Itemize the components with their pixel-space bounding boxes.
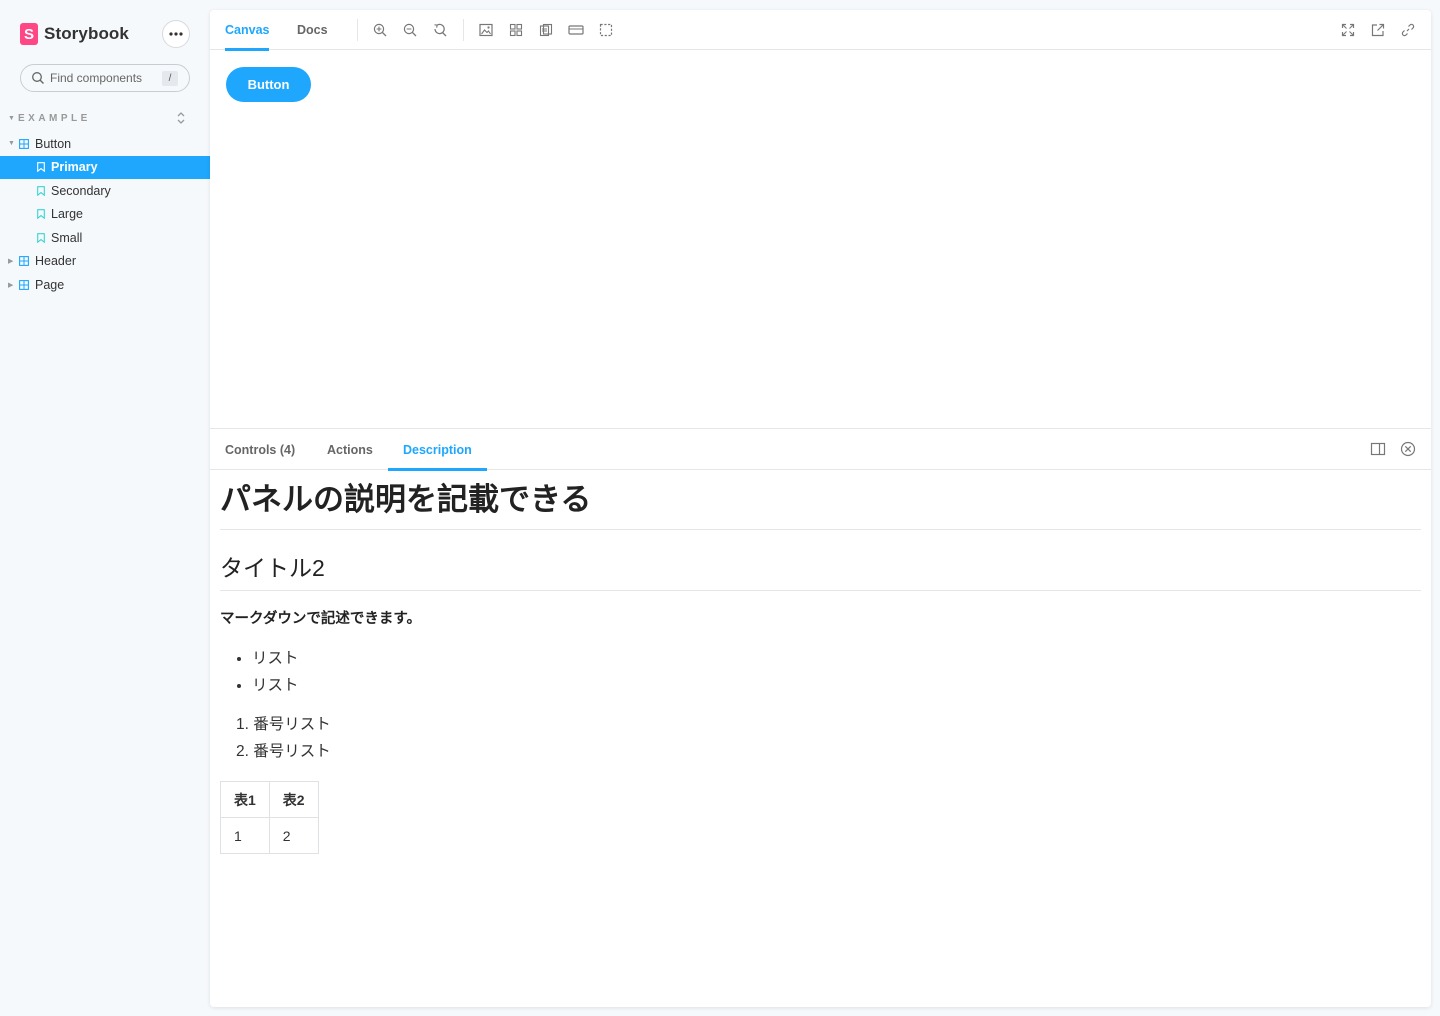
copy-link-icon	[1401, 23, 1415, 37]
panel-orientation-icon[interactable]	[1370, 441, 1386, 457]
caret-right-icon: ▶	[8, 281, 14, 289]
zoom-in-icon	[373, 23, 387, 37]
storybook-logo-icon: S	[20, 23, 38, 45]
background-button[interactable]	[477, 21, 495, 39]
numbered-list: 番号リスト 番号リスト	[220, 711, 1421, 765]
sidebar-item-small[interactable]: Small	[0, 226, 210, 250]
tab-docs[interactable]: Docs	[297, 10, 328, 50]
caret-down-icon: ▼	[8, 140, 15, 148]
measure-button[interactable]	[567, 21, 585, 39]
bookmark-icon	[37, 162, 45, 173]
sidebar-item-header[interactable]: ▶ Header	[0, 250, 210, 274]
tab-description[interactable]: Description	[388, 429, 487, 471]
list-item: リスト	[252, 672, 1421, 699]
zoom-out-button[interactable]	[401, 21, 419, 39]
search-icon	[32, 72, 44, 84]
sidebar: S Storybook / ▼ EXAMPLE ▼ Button Primary…	[0, 0, 210, 1016]
story-canvas: Button	[210, 50, 1431, 428]
fullscreen-button[interactable]	[1339, 21, 1357, 39]
preview-toolbar: Canvas Docs	[210, 10, 1431, 51]
bookmark-icon	[37, 185, 45, 196]
grid-button[interactable]	[507, 21, 525, 39]
zoom-reset-button[interactable]	[431, 21, 449, 39]
grid-icon	[509, 23, 523, 37]
sidebar-item-label: Button	[35, 136, 72, 151]
list-item: 番号リスト	[236, 738, 1421, 765]
addons-tabbar: Controls (4) Actions Description	[210, 429, 1431, 471]
description-content: パネルの説明を記載できる タイトル2 マークダウンで記述できます。 リスト リス…	[220, 481, 1421, 854]
sidebar-item-label: Large	[51, 207, 83, 222]
viewport-icon	[539, 23, 553, 37]
toolbar-divider	[357, 19, 358, 41]
table-header-cell: 表1	[220, 781, 270, 818]
sidebar-item-label: Secondary	[51, 183, 111, 198]
preview-primary-button[interactable]: Button	[226, 67, 311, 102]
bullet-list: リスト リスト	[220, 645, 1421, 699]
search-box[interactable]: /	[20, 64, 190, 92]
table-cell: 2	[268, 817, 319, 854]
description-table: 表1 表2 1 2	[220, 781, 319, 854]
sidebar-item-secondary[interactable]: Secondary	[0, 179, 210, 203]
tab-actions[interactable]: Actions	[312, 429, 388, 470]
addons-panel: Controls (4) Actions Description パネルの説明を…	[210, 428, 1431, 1007]
table-row: 1 2	[220, 817, 319, 854]
zoom-in-button[interactable]	[371, 21, 389, 39]
bookmark-icon	[37, 209, 45, 220]
component-tree: ▼ Button Primary Secondary Large Small ▶…	[0, 132, 210, 297]
description-subtitle: タイトル2	[220, 552, 1421, 591]
outline-button[interactable]	[597, 21, 615, 39]
description-title: パネルの説明を記載できる	[220, 481, 1421, 530]
background-icon	[479, 23, 493, 37]
open-new-tab-button[interactable]	[1369, 21, 1387, 39]
search-shortcut-key: /	[162, 71, 178, 86]
main-panel: Canvas Docs Button Controls (4) Actions …	[210, 10, 1431, 1007]
zoom-reset-icon	[434, 23, 447, 37]
viewport-button[interactable]	[537, 21, 555, 39]
section-header-example[interactable]: ▼ EXAMPLE	[8, 110, 198, 126]
sidebar-item-large[interactable]: Large	[0, 203, 210, 227]
list-item: リスト	[252, 645, 1421, 672]
close-panel-icon[interactable]	[1400, 441, 1416, 457]
component-icon	[19, 279, 29, 290]
tab-controls[interactable]: Controls (4)	[210, 429, 310, 470]
component-icon	[19, 138, 29, 149]
list-item: 番号リスト	[236, 711, 1421, 738]
section-label: EXAMPLE	[18, 112, 91, 124]
expand-collapse-icon[interactable]	[176, 111, 186, 125]
copy-link-button[interactable]	[1399, 21, 1417, 39]
component-icon	[19, 256, 29, 267]
sidebar-menu-button[interactable]	[162, 20, 190, 48]
fullscreen-icon	[1341, 23, 1355, 37]
sidebar-item-page[interactable]: ▶ Page	[0, 273, 210, 297]
open-new-tab-icon	[1371, 23, 1385, 37]
sidebar-item-label: Primary	[51, 160, 98, 175]
caret-right-icon: ▶	[8, 258, 14, 266]
sidebar-item-label: Header	[35, 254, 76, 269]
search-input[interactable]	[50, 71, 150, 85]
sidebar-item-primary[interactable]: Primary	[0, 155, 210, 179]
tab-canvas[interactable]: Canvas	[225, 10, 270, 51]
brand[interactable]: S Storybook	[20, 22, 129, 46]
measure-icon	[568, 25, 584, 35]
ellipsis-icon	[169, 32, 183, 36]
brand-name: Storybook	[44, 24, 129, 43]
table-cell: 1	[220, 817, 270, 854]
toolbar-divider	[463, 19, 464, 41]
table-header-row: 表1 表2	[220, 781, 319, 818]
sidebar-item-label: Page	[35, 277, 65, 292]
sidebar-item-button[interactable]: ▼ Button	[0, 132, 210, 156]
description-paragraph: マークダウンで記述できます。	[220, 611, 421, 627]
bookmark-icon	[37, 232, 45, 243]
sidebar-item-label: Small	[51, 230, 83, 245]
table-header-cell: 表2	[268, 781, 319, 818]
caret-down-icon: ▼	[8, 114, 15, 122]
outline-icon	[599, 23, 613, 37]
zoom-out-icon	[403, 23, 417, 37]
